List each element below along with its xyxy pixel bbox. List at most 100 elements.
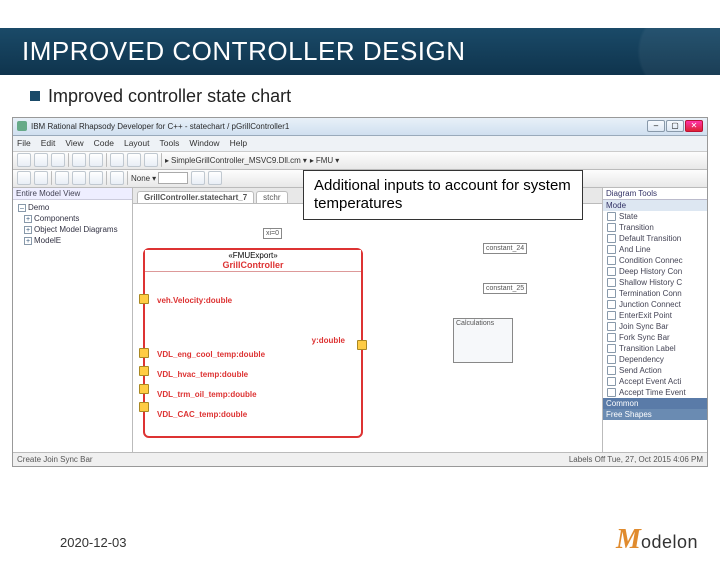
state-icon: [607, 212, 616, 221]
slide-subtitle: Improved controller state chart: [0, 75, 720, 111]
canvas-block-const25[interactable]: constant_25: [483, 283, 527, 294]
palette-item[interactable]: Deep History Con: [603, 266, 707, 277]
view-label: Entire Model View: [13, 188, 132, 200]
tool-icon[interactable]: [34, 153, 48, 167]
palette-group-shapes[interactable]: Free Shapes: [603, 409, 707, 420]
menu-file[interactable]: File: [17, 138, 31, 148]
tool-icon[interactable]: [144, 153, 158, 167]
tool-icon[interactable]: [17, 153, 31, 167]
palette-item[interactable]: Dependency: [603, 354, 707, 365]
tool-icon[interactable]: [127, 153, 141, 167]
input-port[interactable]: [139, 402, 149, 412]
accept-time-icon: [607, 388, 616, 397]
palette-item[interactable]: Termination Conn: [603, 288, 707, 299]
callout-box: Additional inputs to account for system …: [303, 170, 583, 220]
tool-icon[interactable]: [89, 153, 103, 167]
port-label-eng: VDL_eng_cool_temp:double: [157, 350, 265, 359]
palette-item[interactable]: And Line: [603, 244, 707, 255]
config-dropdown[interactable]: ▸ SimpleGrillController_MSVC9.Dll.cm ▾: [165, 156, 307, 165]
expand-icon[interactable]: +: [24, 215, 32, 223]
window-title: IBM Rational Rhapsody Developer for C++ …: [31, 122, 647, 131]
menu-layout[interactable]: Layout: [124, 138, 150, 148]
palette-item[interactable]: Join Sync Bar: [603, 321, 707, 332]
toolbar-1: ▸ SimpleGrillController_MSVC9.Dll.cm ▾ ▸…: [13, 152, 707, 170]
palette-item[interactable]: Send Action: [603, 365, 707, 376]
palette-item[interactable]: State: [603, 211, 707, 222]
menu-tools[interactable]: Tools: [160, 138, 180, 148]
block-name: GrillController: [146, 260, 360, 270]
palette-item[interactable]: Default Transition: [603, 233, 707, 244]
input-port[interactable]: [139, 348, 149, 358]
palette-item[interactable]: Transition: [603, 222, 707, 233]
palette-item[interactable]: Junction Connect: [603, 299, 707, 310]
tool-icon[interactable]: [191, 171, 205, 185]
palette-group-mode[interactable]: Mode: [603, 200, 707, 211]
model-explorer[interactable]: Entire Model View –Demo +Components +Obj…: [13, 188, 133, 452]
separator: [106, 171, 107, 185]
tool-icon[interactable]: [55, 171, 69, 185]
separator: [127, 171, 128, 185]
tool-icon[interactable]: [34, 171, 48, 185]
palette-item[interactable]: Shallow History C: [603, 277, 707, 288]
logo-initial: M: [616, 524, 641, 556]
enterexit-icon: [607, 311, 616, 320]
condition-icon: [607, 256, 616, 265]
fmu-dropdown[interactable]: ▸ FMU ▾: [310, 156, 339, 165]
status-left: Create Join Sync Bar: [17, 455, 93, 464]
model-tree[interactable]: –Demo +Components +Object Model Diagrams…: [13, 200, 132, 248]
canvas-annot-xi0: xi=0: [263, 228, 282, 239]
none-select[interactable]: None ▾: [131, 172, 188, 184]
palette-title: Diagram Tools: [603, 188, 707, 200]
subtitle-text: Improved controller state chart: [48, 86, 291, 106]
palette-item[interactable]: EnterExit Point: [603, 310, 707, 321]
tab-stchr[interactable]: stchr: [256, 191, 287, 203]
fork-sync-icon: [607, 333, 616, 342]
trans-label-icon: [607, 344, 616, 353]
diagram-palette[interactable]: Diagram Tools Mode State Transition Defa…: [602, 188, 707, 452]
tool-icon[interactable]: [110, 153, 124, 167]
input-port[interactable]: [139, 384, 149, 394]
input-port[interactable]: [139, 294, 149, 304]
minimize-button[interactable]: –: [647, 120, 665, 132]
palette-item[interactable]: Transition Label: [603, 343, 707, 354]
tool-icon[interactable]: [51, 153, 65, 167]
fmu-block[interactable]: «FMUExport» GrillController veh.Velocity…: [143, 248, 363, 438]
menu-view[interactable]: View: [65, 138, 83, 148]
menu-edit[interactable]: Edit: [41, 138, 56, 148]
expand-icon[interactable]: +: [24, 237, 32, 245]
menubar: File Edit View Code Layout Tools Window …: [13, 136, 707, 152]
palette-item[interactable]: Condition Connec: [603, 255, 707, 266]
tool-icon[interactable]: [89, 171, 103, 185]
menu-help[interactable]: Help: [230, 138, 247, 148]
diagram-canvas[interactable]: GrillController.statechart_7 stchr xi=0 …: [133, 188, 602, 452]
canvas-block-calc[interactable]: Calculations: [453, 318, 513, 363]
junction-icon: [607, 300, 616, 309]
canvas-block-const24[interactable]: constant_24: [483, 243, 527, 254]
palette-item[interactable]: Fork Sync Bar: [603, 332, 707, 343]
menu-window[interactable]: Window: [189, 138, 219, 148]
palette-group-common[interactable]: Common: [603, 398, 707, 409]
input-port[interactable]: [139, 366, 149, 376]
output-port[interactable]: [357, 340, 367, 350]
port-label-y: y:double: [312, 336, 345, 345]
dependency-icon: [607, 355, 616, 364]
tool-icon[interactable]: [17, 171, 31, 185]
palette-item[interactable]: Accept Time Event: [603, 387, 707, 398]
accept-event-icon: [607, 377, 616, 386]
maximize-button[interactable]: ▢: [666, 120, 684, 132]
palette-item[interactable]: Accept Event Acti: [603, 376, 707, 387]
expand-icon[interactable]: +: [24, 226, 32, 234]
tool-icon[interactable]: [72, 153, 86, 167]
separator: [68, 153, 69, 167]
logo-text: odelon: [641, 532, 698, 553]
tool-icon[interactable]: [110, 171, 124, 185]
shallow-hist-icon: [607, 278, 616, 287]
tool-icon[interactable]: [208, 171, 222, 185]
tab-statechart[interactable]: GrillController.statechart_7: [137, 191, 254, 203]
tool-icon[interactable]: [72, 171, 86, 185]
block-stereotype: «FMUExport»: [146, 251, 360, 260]
menu-code[interactable]: Code: [94, 138, 114, 148]
default-trans-icon: [607, 234, 616, 243]
collapse-icon[interactable]: –: [18, 204, 26, 212]
close-button[interactable]: ✕: [685, 120, 703, 132]
